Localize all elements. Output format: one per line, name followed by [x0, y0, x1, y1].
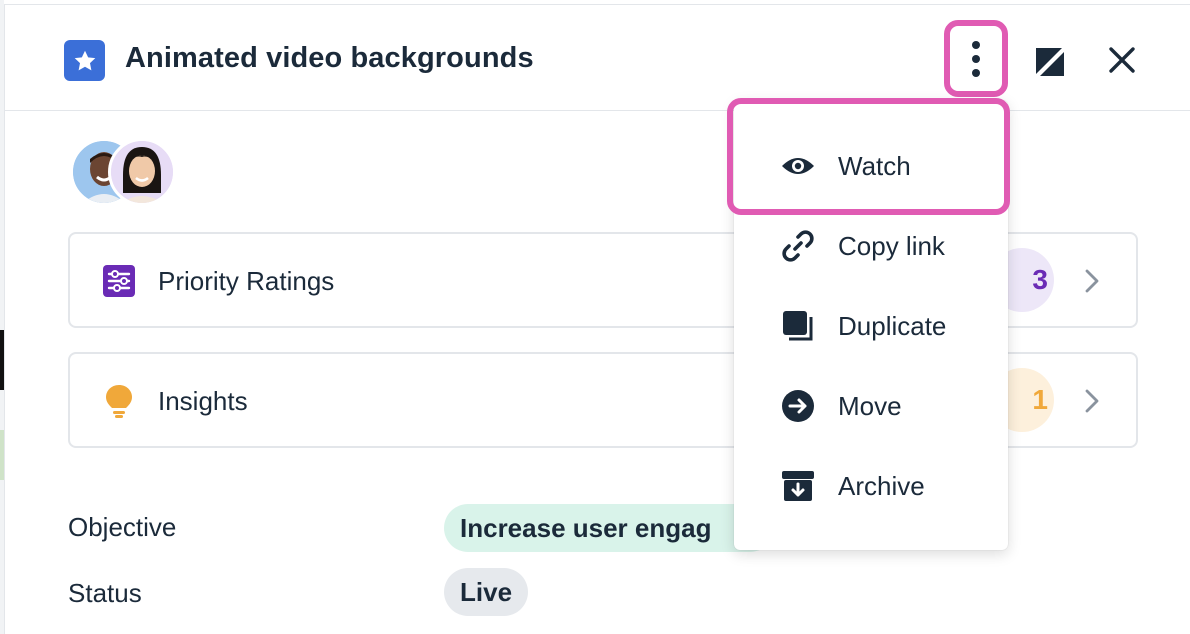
menu-item-move[interactable]: Move	[734, 366, 1008, 446]
page-title: Animated video backgrounds	[125, 42, 534, 74]
menu-item-copy-link[interactable]: Copy link	[734, 206, 1008, 286]
card-label: Insights	[158, 386, 248, 416]
menu-item-archive[interactable]: Archive	[734, 446, 1008, 526]
chevron-right-icon	[1080, 264, 1104, 298]
close-icon	[1109, 47, 1135, 73]
status-label: Status	[68, 578, 142, 608]
sliders-icon	[102, 264, 136, 298]
menu-item-duplicate[interactable]: Duplicate	[734, 286, 1008, 366]
link-icon	[780, 228, 816, 264]
close-button[interactable]	[1102, 40, 1142, 80]
watch-highlight-outline	[727, 98, 1010, 215]
status-badge[interactable]: Live	[444, 568, 529, 616]
objective-value[interactable]: Increase user engag	[444, 504, 774, 552]
expand-button[interactable]	[1030, 42, 1070, 82]
menu-item-label: Move	[838, 390, 902, 421]
arrow-right-circle-icon	[780, 388, 816, 424]
star-icon	[64, 40, 105, 81]
objective-label: Objective	[68, 512, 177, 542]
chevron-right-icon	[1080, 384, 1104, 418]
duplicate-icon	[780, 308, 816, 344]
menu-item-label: Archive	[838, 470, 925, 501]
menu-item-label: Copy link	[838, 230, 945, 261]
more-options-button[interactable]	[944, 20, 1008, 97]
expand-icon	[1036, 48, 1064, 76]
archive-icon	[780, 468, 816, 504]
panel-header: Animated video backgrounds	[4, 4, 1190, 111]
lightbulb-icon	[102, 384, 136, 418]
avatar[interactable]	[108, 138, 176, 206]
more-vertical-icon	[972, 40, 980, 77]
card-label: Priority Ratings	[158, 266, 335, 296]
menu-item-label: Duplicate	[838, 310, 947, 341]
